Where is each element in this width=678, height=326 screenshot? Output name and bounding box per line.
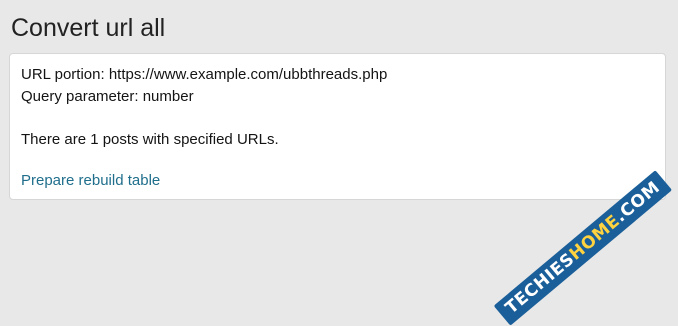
info-box: URL portion: https://www.example.com/ubb… bbox=[9, 53, 666, 200]
prepare-rebuild-table-link[interactable]: Prepare rebuild table bbox=[21, 172, 160, 190]
query-parameter-text: Query parameter: number bbox=[21, 88, 194, 105]
url-portion-text: URL portion: https://www.example.com/ubb… bbox=[21, 66, 388, 83]
page-title: Convert url all bbox=[11, 14, 166, 42]
watermark-part-2: HOME bbox=[565, 211, 624, 265]
watermark-part-1: TECHIES bbox=[501, 249, 579, 319]
posts-count-text: There are 1 posts with specified URLs. bbox=[21, 131, 279, 148]
